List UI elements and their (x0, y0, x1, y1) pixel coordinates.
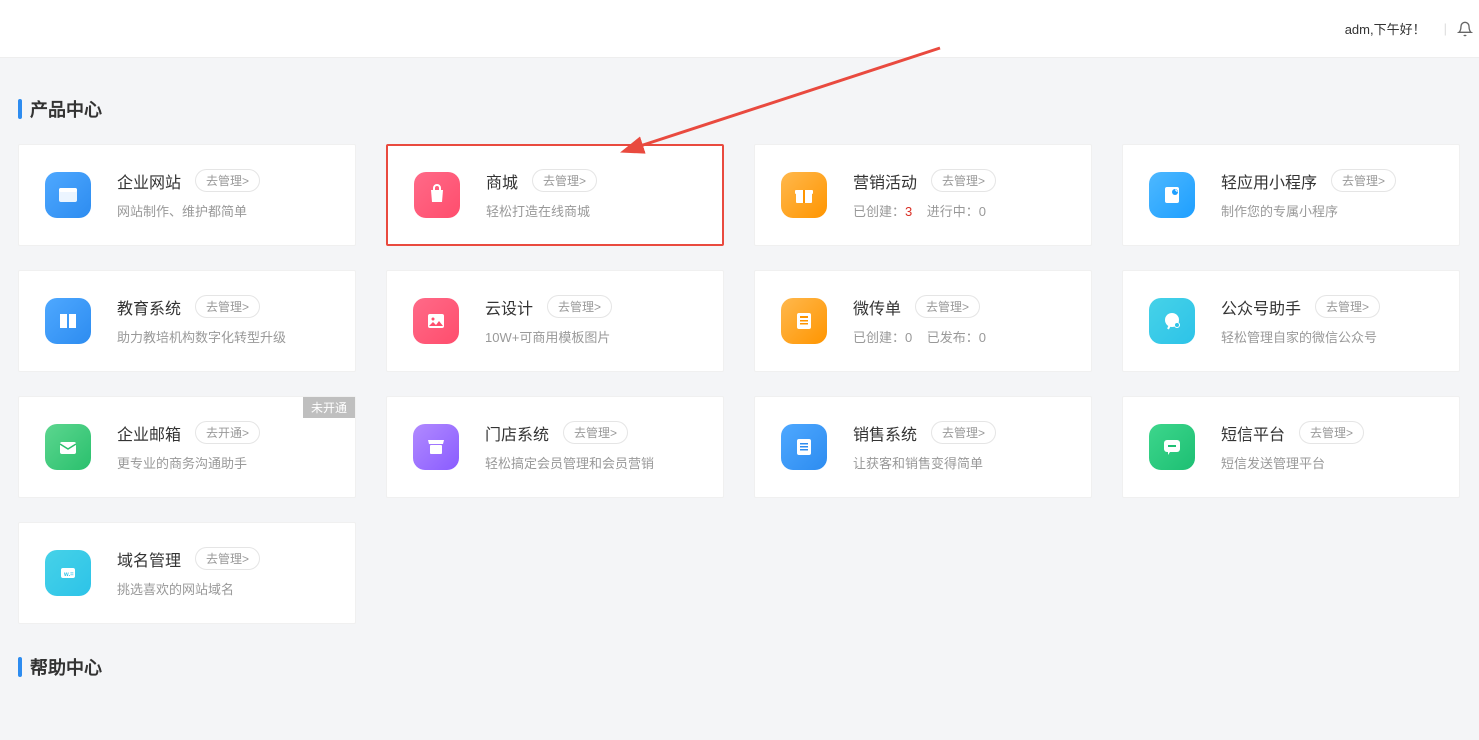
status-badge: 未开通 (303, 397, 355, 418)
card-desc: 轻松搞定会员管理和会员营销 (485, 455, 707, 473)
image-icon (413, 298, 459, 344)
flyer-icon (781, 298, 827, 344)
card-title: 轻应用小程序 (1221, 169, 1317, 193)
store-icon (413, 424, 459, 470)
gift-icon (781, 172, 827, 218)
miniapp-icon (1149, 172, 1195, 218)
card-marketing[interactable]: 营销活动 去管理> 已创建：3 进行中：0 (754, 144, 1092, 246)
section-title-products: 产品中心 (18, 96, 1479, 122)
manage-button[interactable]: 去管理> (532, 169, 597, 192)
card-desc: 轻松管理自家的微信公众号 (1221, 329, 1443, 347)
card-cloud-design[interactable]: 云设计 去管理> 10W+可商用模板图片 (386, 270, 724, 372)
shop-icon (414, 172, 460, 218)
card-title: 教育系统 (117, 295, 181, 319)
card-title: 域名管理 (117, 547, 181, 571)
card-flyer[interactable]: 微传单 去管理> 已创建：0 已发布：0 (754, 270, 1092, 372)
manage-button[interactable]: 去管理> (547, 295, 612, 318)
card-desc: 10W+可商用模板图片 (485, 329, 707, 347)
card-title: 企业邮箱 (117, 421, 181, 445)
sms-icon (1149, 424, 1195, 470)
list-icon (781, 424, 827, 470)
card-desc: 挑选喜欢的网站域名 (117, 581, 339, 599)
card-title: 门店系统 (485, 421, 549, 445)
card-education[interactable]: 教育系统 去管理> 助力教培机构数字化转型升级 (18, 270, 356, 372)
manage-button[interactable]: 去管理> (195, 169, 260, 192)
manage-button[interactable]: 去管理> (1315, 295, 1380, 318)
open-button[interactable]: 去开通> (195, 421, 260, 444)
card-title: 云设计 (485, 295, 533, 319)
bell-icon[interactable] (1457, 20, 1473, 37)
card-title: 营销活动 (853, 169, 917, 193)
manage-button[interactable]: 去管理> (563, 421, 628, 444)
card-sms[interactable]: 短信平台 去管理> 短信发送管理平台 (1122, 396, 1460, 498)
book-icon (45, 298, 91, 344)
card-wechat-helper[interactable]: 公众号助手 去管理> 轻松管理自家的微信公众号 (1122, 270, 1460, 372)
website-icon (45, 172, 91, 218)
manage-button[interactable]: 去管理> (931, 169, 996, 192)
card-title: 商城 (486, 169, 518, 193)
separator: | (1444, 21, 1447, 36)
manage-button[interactable]: 去管理> (195, 295, 260, 318)
manage-button[interactable]: 去管理> (1299, 421, 1364, 444)
manage-button[interactable]: 去管理> (195, 547, 260, 570)
card-desc: 更专业的商务沟通助手 (117, 455, 339, 473)
manage-button[interactable]: 去管理> (1331, 169, 1396, 192)
card-miniapp[interactable]: 轻应用小程序 去管理> 制作您的专属小程序 (1122, 144, 1460, 246)
card-desc: 网站制作、维护都简单 (117, 203, 339, 221)
card-store[interactable]: 门店系统 去管理> 轻松搞定会员管理和会员营销 (386, 396, 724, 498)
section-title-help: 帮助中心 (18, 654, 1479, 680)
greeting-text: adm,下午好！ (1345, 19, 1426, 38)
card-title: 销售系统 (853, 421, 917, 445)
card-sales[interactable]: 销售系统 去管理> 让获客和销售变得简单 (754, 396, 1092, 498)
card-desc: 轻松打造在线商城 (486, 203, 706, 221)
mail-icon (45, 424, 91, 470)
card-title: 短信平台 (1221, 421, 1285, 445)
card-desc: 已创建：0 已发布：0 (853, 329, 1075, 347)
card-desc: 已创建：3 进行中：0 (853, 203, 1075, 221)
card-title: 企业网站 (117, 169, 181, 193)
domain-icon: w.= (45, 550, 91, 596)
card-desc: 助力教培机构数字化转型升级 (117, 329, 339, 347)
wechat-icon (1149, 298, 1195, 344)
card-mail[interactable]: 未开通 企业邮箱 去开通> 更专业的商务沟通助手 (18, 396, 356, 498)
card-desc: 短信发送管理平台 (1221, 455, 1443, 473)
card-title: 微传单 (853, 295, 901, 319)
card-enterprise-website[interactable]: 企业网站 去管理> 网站制作、维护都简单 (18, 144, 356, 246)
card-desc: 让获客和销售变得简单 (853, 455, 1075, 473)
manage-button[interactable]: 去管理> (915, 295, 980, 318)
card-desc: 制作您的专属小程序 (1221, 203, 1443, 221)
card-title: 公众号助手 (1221, 295, 1301, 319)
topbar: adm,下午好！ | (0, 0, 1479, 58)
card-domain[interactable]: w.= 域名管理 去管理> 挑选喜欢的网站域名 (18, 522, 356, 624)
svg-text:w.=: w.= (63, 572, 74, 578)
manage-button[interactable]: 去管理> (931, 421, 996, 444)
card-mall[interactable]: 商城 去管理> 轻松打造在线商城 (386, 144, 724, 246)
